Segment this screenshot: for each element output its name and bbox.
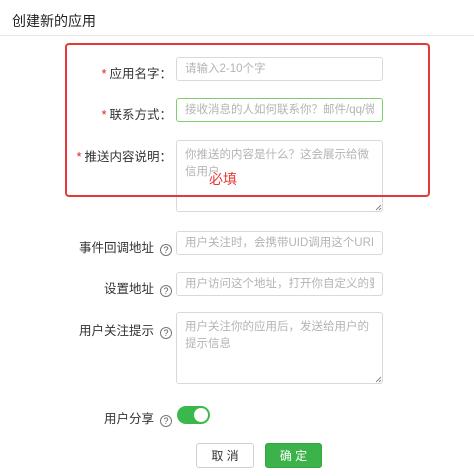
required-annotation-text: 必填 (209, 171, 237, 187)
help-icon[interactable]: ? (160, 415, 172, 427)
help-icon[interactable]: ? (160, 244, 172, 256)
confirm-button[interactable]: 确 定 (265, 443, 322, 468)
page-title: 创建新的应用 (12, 13, 96, 29)
callback-url-input[interactable] (176, 231, 383, 255)
follow-tip-textarea[interactable] (176, 312, 383, 384)
user-share-label: 用户分享? (104, 408, 172, 427)
callback-url-label: 事件回调地址? (79, 237, 172, 256)
user-share-toggle[interactable] (177, 406, 210, 424)
help-icon[interactable]: ? (160, 327, 172, 339)
resize-handle-icon[interactable] (375, 376, 382, 383)
toggle-knob (194, 408, 208, 422)
cancel-button[interactable]: 取 消 (196, 443, 254, 468)
help-icon[interactable]: ? (160, 285, 172, 297)
setting-url-input[interactable] (176, 272, 383, 296)
follow-tip-label: 用户关注提示? (79, 320, 172, 339)
required-fields-annotation-box (65, 43, 430, 197)
resize-handle-icon[interactable] (375, 204, 382, 211)
setting-url-label: 设置地址? (104, 278, 172, 297)
title-divider (0, 35, 474, 36)
